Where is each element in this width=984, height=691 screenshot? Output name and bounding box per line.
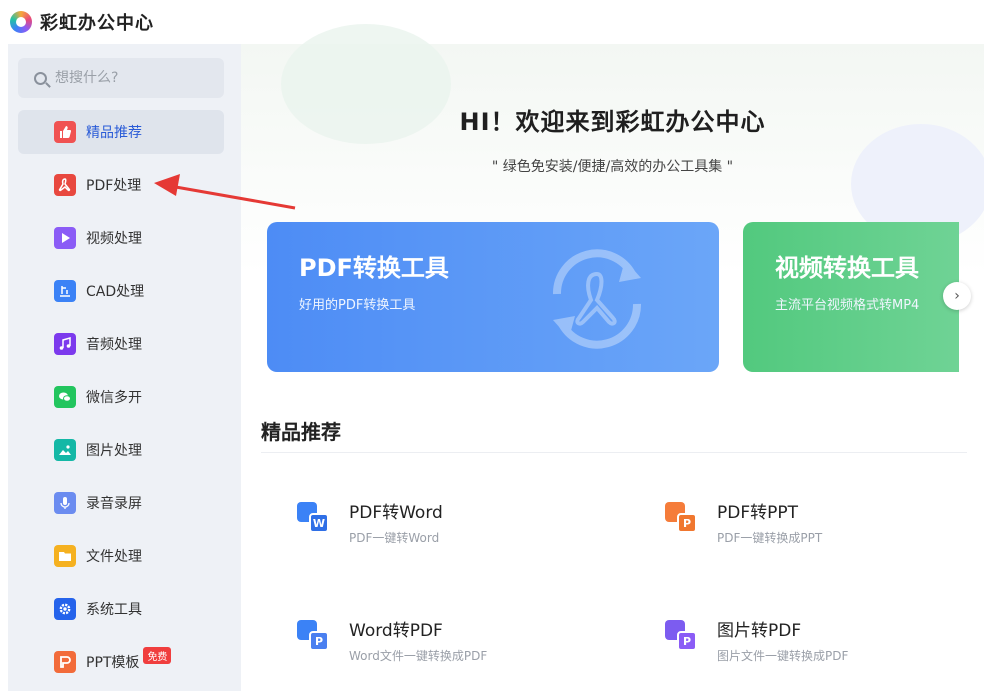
image-icon — [54, 439, 76, 461]
pdf-to-word-icon: W — [297, 502, 331, 536]
banner-subtitle: 好用的PDF转换工具 — [299, 298, 416, 313]
tool-description: 图片文件一键转换成PDF — [717, 649, 849, 663]
sidebar-item-label: 系统工具 — [86, 602, 142, 618]
sidebar-item-label: 微信多开 — [86, 390, 142, 406]
thumbs-up-icon — [54, 121, 76, 143]
title-bar: 彩虹办公中心 — [0, 0, 984, 44]
sidebar: 精品推荐 PDF处理 视频处理 CAD处理 音频处理 — [8, 44, 241, 691]
sidebar-item-video[interactable]: 视频处理 — [18, 216, 224, 260]
tool-name: PDF转PPT — [717, 503, 799, 523]
banner-title: 视频转换工具 — [775, 254, 919, 282]
section-divider — [261, 452, 967, 453]
sidebar-item-files[interactable]: 文件处理 — [18, 534, 224, 578]
tool-description: PDF一键转换成PPT — [717, 531, 823, 545]
microphone-icon — [54, 492, 76, 514]
banner-pdf-converter[interactable]: PDF转换工具 好用的PDF转换工具 — [267, 222, 719, 372]
carousel-next-button[interactable]: › — [943, 282, 971, 310]
music-icon — [54, 333, 76, 355]
main-content: HI！欢迎来到彩虹办公中心 " 绿色免安装/便捷/高效的办公工具集 " PDF转… — [241, 24, 984, 691]
banner-subtitle: 主流平台视频格式转MP4 — [775, 298, 920, 313]
folder-icon — [54, 545, 76, 567]
sidebar-item-label: 音频处理 — [86, 337, 142, 353]
free-badge: 免费 — [143, 646, 172, 664]
section-title: 精品推荐 — [261, 420, 341, 444]
sidebar-item-featured[interactable]: 精品推荐 — [18, 110, 224, 154]
word-to-pdf-icon: P — [297, 620, 331, 654]
tool-description: Word文件一键转换成PDF — [349, 649, 488, 663]
hero-subtitle: " 绿色免安装/便捷/高效的办公工具集 " — [491, 159, 734, 175]
wechat-icon — [54, 386, 76, 408]
sidebar-item-label: 录音录屏 — [86, 496, 142, 512]
sidebar-item-label: 文件处理 — [86, 549, 142, 565]
search-icon — [34, 71, 47, 85]
sidebar-item-image[interactable]: 图片处理 — [18, 428, 224, 472]
sidebar-item-cad[interactable]: CAD处理 — [18, 269, 224, 313]
tool-description: PDF一键转Word — [349, 531, 440, 545]
app-title: 彩虹办公中心 — [40, 13, 154, 34]
tool-word-to-pdf[interactable]: P Word转PDF Word文件一键转换成PDF — [297, 614, 597, 670]
sidebar-item-label: 视频处理 — [86, 231, 142, 247]
image-to-pdf-icon: P — [665, 620, 699, 654]
chevron-right-icon: › — [954, 288, 960, 304]
search-box[interactable] — [18, 58, 224, 98]
sidebar-item-wechat[interactable]: 微信多开 — [18, 375, 224, 419]
sidebar-item-ppt[interactable]: PPT模板 免费 — [18, 640, 224, 684]
sidebar-item-label: PPT模板 — [86, 655, 140, 671]
app-window: 彩虹办公中心 精品推荐 PDF处理 视频处理 — [0, 0, 984, 691]
banner-video-converter[interactable]: 视频转换工具 主流平台视频格式转MP4 — [743, 222, 959, 372]
sidebar-item-pdf[interactable]: PDF处理 — [18, 163, 224, 207]
cad-icon — [54, 280, 76, 302]
tool-pdf-to-ppt[interactable]: P PDF转PPT PDF一键转换成PPT — [665, 496, 965, 552]
video-icon — [54, 227, 76, 249]
search-input[interactable] — [55, 70, 205, 86]
sidebar-item-label: CAD处理 — [86, 284, 145, 300]
sidebar-item-recorder[interactable]: 录音录屏 — [18, 481, 224, 525]
sidebar-item-label: PDF处理 — [86, 178, 142, 194]
app-logo-icon — [10, 11, 32, 33]
tool-pdf-to-word[interactable]: W PDF转Word PDF一键转Word — [297, 496, 597, 552]
pdf-convert-art-icon — [552, 249, 642, 349]
pdf-to-ppt-icon: P — [665, 502, 699, 536]
ppt-icon — [54, 651, 76, 673]
pdf-icon — [54, 174, 76, 196]
tool-name: PDF转Word — [349, 503, 443, 523]
tool-name: 图片转PDF — [717, 621, 802, 641]
sidebar-item-audio[interactable]: 音频处理 — [18, 322, 224, 366]
banner-title: PDF转换工具 — [299, 254, 449, 282]
tool-name: Word转PDF — [349, 621, 443, 641]
hero-title: HI！欢迎来到彩虹办公中心 — [459, 108, 766, 136]
tool-image-to-pdf[interactable]: P 图片转PDF 图片文件一键转换成PDF — [665, 614, 965, 670]
sidebar-item-label: 精品推荐 — [86, 125, 142, 141]
sidebar-item-system[interactable]: 系统工具 — [18, 587, 224, 631]
gear-icon — [54, 598, 76, 620]
sidebar-item-label: 图片处理 — [86, 443, 142, 459]
